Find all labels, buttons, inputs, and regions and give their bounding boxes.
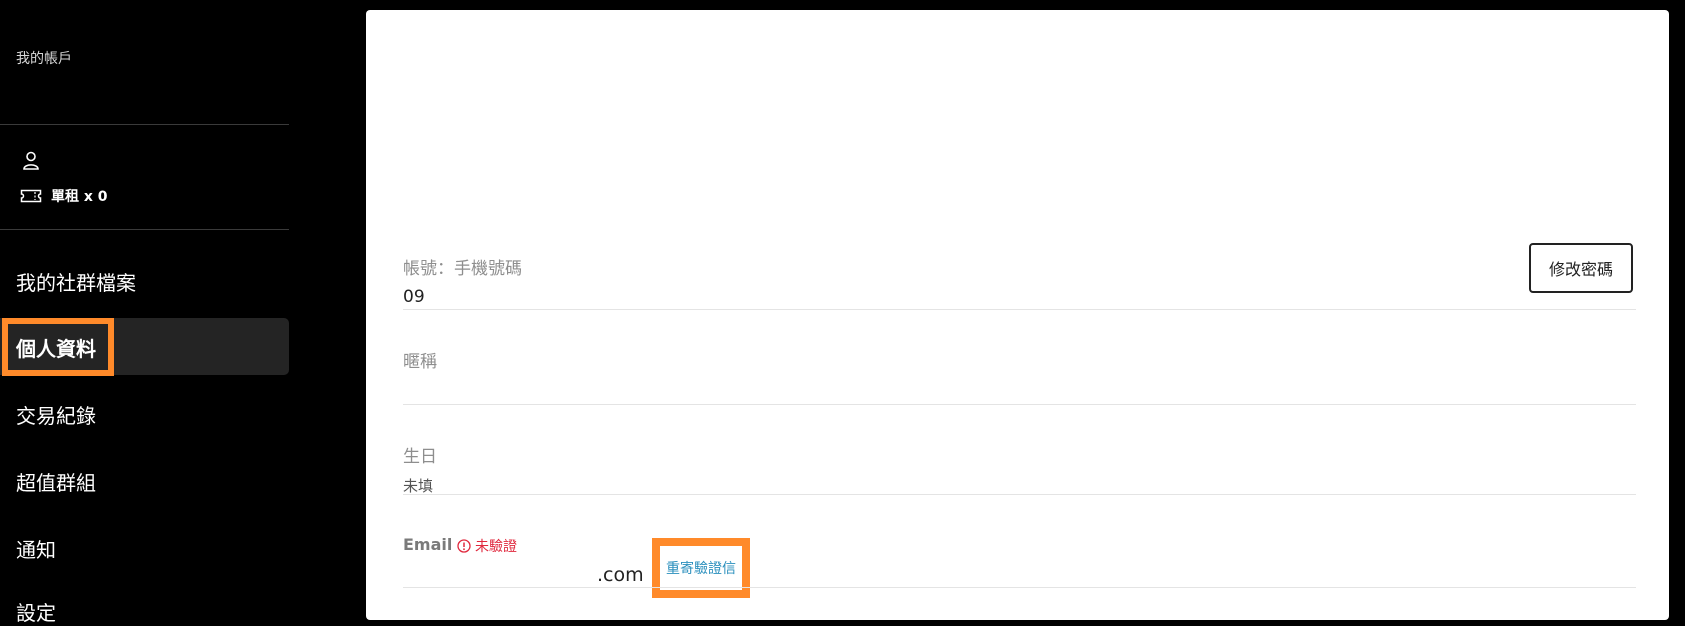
ticket-label: 單租 x 0 — [51, 189, 108, 205]
account-value: 09 — [403, 287, 425, 307]
field-divider — [403, 587, 1636, 588]
email-status: 未驗證 — [457, 536, 517, 556]
resend-verification-link[interactable]: 重寄驗證信 — [666, 558, 736, 578]
sidebar-item-personal-info[interactable]: 個人資料 — [16, 333, 96, 362]
profile-panel: 帳號：手機號碼 09 修改密碼 暱稱 生日 未填 Email 未驗證 .com … — [366, 10, 1669, 620]
ticket-icon — [20, 189, 42, 203]
sidebar-divider — [0, 229, 289, 230]
field-divider — [403, 494, 1636, 495]
sidebar-item-transactions[interactable]: 交易紀錄 — [16, 400, 96, 429]
nickname-label: 暱稱 — [403, 352, 437, 372]
birthday-value: 未填 — [403, 477, 434, 495]
user-icon[interactable] — [22, 151, 40, 170]
field-divider — [403, 404, 1636, 405]
account-label: 帳號：手機號碼 — [403, 259, 522, 279]
resend-highlight-box: 重寄驗證信 — [652, 538, 750, 598]
sidebar-item-groups[interactable]: 超值群組 — [16, 467, 96, 496]
sidebar-item-settings[interactable]: 設定 — [16, 597, 56, 626]
change-password-button[interactable]: 修改密碼 — [1529, 243, 1633, 293]
birthday-label: 生日 — [403, 447, 437, 467]
sidebar-item-notifications[interactable]: 通知 — [16, 534, 56, 563]
email-status-text: 未驗證 — [475, 539, 517, 555]
email-label: Email — [403, 535, 453, 554]
account-title: 我的帳戶 — [16, 51, 72, 67]
sidebar-item-social-profile[interactable]: 我的社群檔案 — [16, 267, 136, 296]
email-value: .com — [597, 564, 644, 586]
ticket-count: 單租 x 0 — [20, 186, 108, 206]
field-divider — [403, 309, 1636, 310]
sidebar: 我的帳戶 單租 x 0 我的社群檔案 個人資料 交易紀錄 超值群組 通知 設定 — [0, 0, 290, 625]
warning-icon — [457, 539, 471, 553]
sidebar-divider — [0, 124, 289, 125]
